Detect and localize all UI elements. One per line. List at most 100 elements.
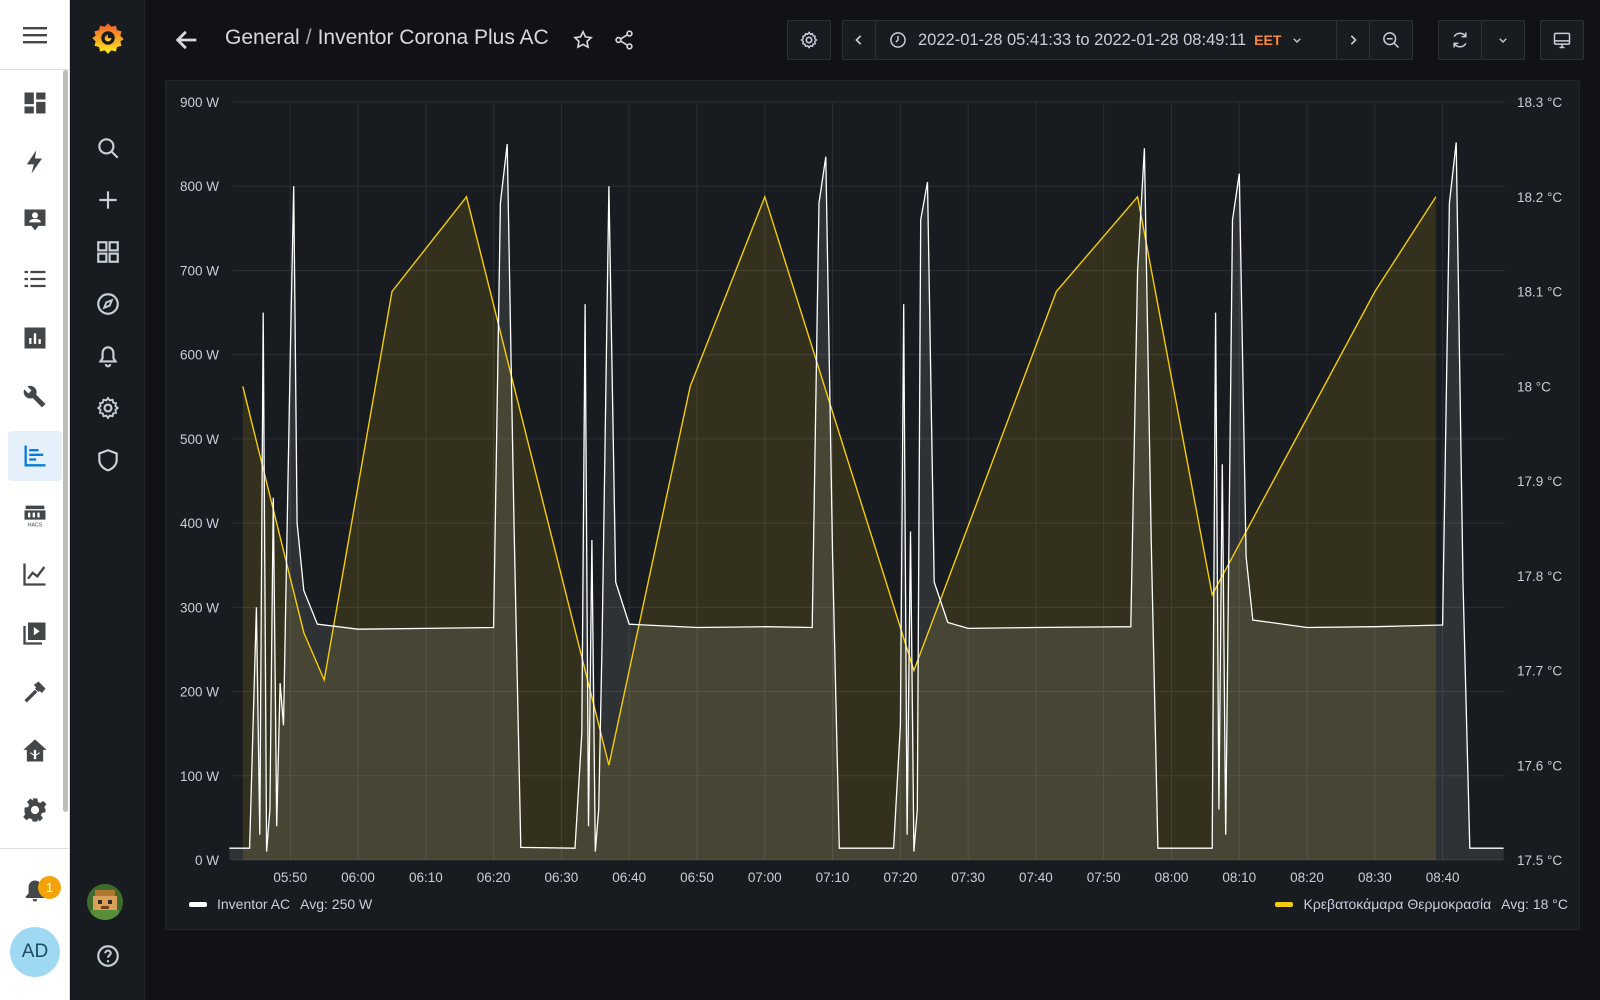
grafana-home-link[interactable]: [86, 18, 130, 58]
cog-icon: [800, 31, 818, 49]
x-tick-label: 06:40: [612, 870, 646, 885]
grafana-user-avatar[interactable]: [87, 884, 123, 920]
sidebar-item-overview[interactable]: [8, 78, 62, 128]
zoom-out-icon: [1383, 32, 1400, 49]
compass-icon: [97, 293, 119, 315]
chevron-down-icon: [1293, 38, 1302, 43]
time-range-picker[interactable]: 2022-01-28 05:41:33 to 2022-01-28 08:49:…: [875, 20, 1337, 60]
x-tick-label: 08:40: [1426, 870, 1460, 885]
star-icon[interactable]: [572, 29, 594, 51]
legend-series-name: Inventor AC: [217, 896, 291, 912]
legend-series-stat: Avg: 18 °C: [1501, 896, 1568, 912]
explore-button[interactable]: [86, 284, 130, 324]
x-tick-label: 07:30: [951, 870, 985, 885]
refresh-interval-dropdown[interactable]: [1481, 20, 1525, 60]
sidebar-item-developer-tools[interactable]: [8, 667, 62, 717]
server-admin-button[interactable]: [86, 440, 130, 480]
dashboard-navbar: General / Inventor Corona Plus AC 2022-01-…: [145, 0, 1600, 80]
sidebar-item-grafana[interactable]: [8, 431, 62, 481]
search-button[interactable]: [86, 128, 130, 168]
y-right-tick-label: 17.6 °C: [1517, 758, 1562, 773]
sidebar-item-history[interactable]: [8, 313, 62, 363]
legend-item-temperature[interactable]: Κρεβατοκάμαρα Θερμοκρασία Avg: 18 °C: [1275, 896, 1568, 912]
help-button[interactable]: [86, 936, 130, 976]
search-icon: [98, 138, 119, 159]
sidebar-divider: [0, 848, 70, 849]
x-tick-label: 06:20: [477, 870, 511, 885]
user-avatar[interactable]: AD: [10, 927, 60, 977]
shield-icon: [98, 449, 118, 472]
timezone-label: EET: [1254, 32, 1282, 48]
menu-button[interactable]: [0, 0, 70, 70]
dashboards-button[interactable]: [86, 232, 130, 272]
alerting-button[interactable]: [86, 336, 130, 376]
bar-chart-icon: [24, 327, 46, 349]
sidebar-item-hacs[interactable]: HACS: [8, 490, 62, 540]
refresh-button[interactable]: [1438, 20, 1482, 60]
back-arrow-icon[interactable]: [173, 26, 201, 54]
lightning-icon: [26, 150, 42, 174]
x-tick-label: 07:10: [816, 870, 850, 885]
x-tick-label: 07:50: [1087, 870, 1121, 885]
clock-icon: [890, 32, 906, 48]
y-right-tick-label: 17.7 °C: [1517, 664, 1562, 679]
time-range-label: 2022-01-28 05:41:33 to 2022-01-28 08:49:…: [918, 30, 1247, 49]
x-tick-label: 06:30: [545, 870, 579, 885]
sidebar-item-charts[interactable]: [8, 549, 62, 599]
grafana-sidemenu: [71, 0, 145, 1000]
y-right-tick-label: 18.3 °C: [1517, 95, 1562, 110]
y-left-tick-label: 900 W: [180, 95, 219, 110]
notification-badge: 1: [38, 876, 61, 899]
bell-icon: [98, 346, 118, 368]
time-shift-back-button[interactable]: [842, 20, 876, 60]
grafana-panel-icon: [24, 445, 46, 467]
breadcrumb-separator: /: [305, 26, 312, 49]
sidebar-item-settings[interactable]: [8, 785, 62, 835]
legend-swatch: [189, 901, 207, 907]
refresh-icon: [1453, 32, 1467, 48]
hammer-icon: [24, 681, 46, 703]
time-shift-forward-button[interactable]: [1336, 20, 1370, 60]
x-tick-label: 07:00: [748, 870, 782, 885]
y-left-tick-label: 400 W: [180, 516, 219, 531]
grafana-logo-icon: [92, 23, 124, 54]
y-left-tick-label: 700 W: [180, 263, 219, 278]
home-assistant-icon: [23, 739, 47, 762]
hamburger-icon: [23, 26, 47, 43]
legend-item-power[interactable]: Inventor AC Avg: 250 W: [189, 896, 372, 912]
sidebar-scrollbar[interactable]: [63, 70, 68, 812]
list-icon: [24, 270, 46, 288]
gear-icon: [23, 798, 47, 822]
chevron-down-icon: [1499, 38, 1507, 43]
x-tick-label: 07:20: [883, 870, 917, 885]
x-tick-label: 06:10: [409, 870, 443, 885]
sidebar-item-list[interactable]: [8, 254, 62, 304]
timeseries-chart[interactable]: 900 W 800 W 700 W 600 W 500 W 400 W 300 W 200 W…: [165, 80, 1580, 930]
y-left-tick-label: 100 W: [180, 769, 219, 784]
pixel-avatar-icon: [87, 884, 123, 920]
y-right-tick-label: 17.5 °C: [1517, 853, 1562, 868]
dashboard-settings-button[interactable]: [787, 20, 831, 60]
sidebar-item-media[interactable]: [8, 608, 62, 658]
legend-swatch: [1275, 901, 1294, 907]
dashboard-icon: [24, 92, 46, 114]
sidebar-item-home-assistant[interactable]: [8, 726, 62, 776]
y-right-tick-label: 18.1 °C: [1517, 285, 1562, 300]
share-icon[interactable]: [613, 29, 635, 51]
x-tick-label: 05:50: [273, 870, 307, 885]
y-right-tick-label: 17.9 °C: [1517, 474, 1562, 489]
sidebar-item-tools[interactable]: [8, 372, 62, 422]
sidebar-item-logbook[interactable]: [8, 195, 62, 245]
y-left-tick-label: 600 W: [180, 348, 219, 363]
configuration-button[interactable]: [86, 388, 130, 428]
dashboard-title[interactable]: Inventor Corona Plus AC: [318, 26, 549, 49]
breadcrumb-folder[interactable]: General: [225, 26, 300, 49]
x-tick-label: 07:40: [1019, 870, 1053, 885]
y-left-tick-label: 800 W: [180, 179, 219, 194]
sidebar-item-energy[interactable]: [8, 137, 62, 187]
svg-text:HACS: HACS: [28, 523, 43, 529]
help-circle-icon: [97, 945, 119, 967]
create-button[interactable]: [86, 180, 130, 220]
zoom-out-button[interactable]: [1369, 20, 1413, 60]
tv-mode-button[interactable]: [1540, 20, 1584, 60]
